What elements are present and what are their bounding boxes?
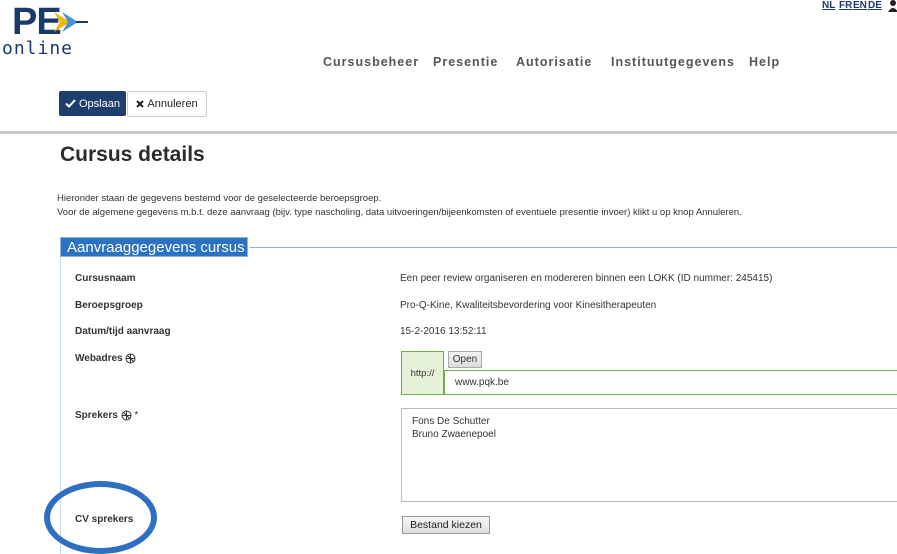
- speakers-label: Sprekers *: [75, 410, 138, 421]
- logo-online: online: [2, 38, 74, 59]
- open-url-button[interactable]: Open: [448, 351, 482, 368]
- section-title: Aanvraaggegevens cursus: [60, 237, 248, 257]
- course-name-value: Een peer review organiseren en modereren…: [400, 273, 773, 284]
- cancel-button[interactable]: Annuleren: [127, 91, 207, 117]
- lang-fr[interactable]: FR: [839, 0, 852, 11]
- x-icon: [136, 100, 145, 108]
- nav-instituutgegevens[interactable]: Instituutgegevens: [611, 55, 735, 69]
- lang-en[interactable]: EN: [853, 0, 867, 11]
- web-label: Webadres: [75, 353, 136, 364]
- speakers-textarea[interactable]: Fons De Schutter Bruno Zwaenepoel: [401, 408, 897, 502]
- speaker-line: Bruno Zwaenepoel: [412, 429, 496, 440]
- speakers-label-text: Sprekers: [75, 410, 118, 422]
- web-label-text: Webadres: [75, 353, 123, 365]
- website-input[interactable]: www.pqk.be: [444, 370, 897, 395]
- choose-file-button[interactable]: Bestand kiezen: [402, 516, 490, 534]
- check-icon: [65, 99, 76, 108]
- cancel-button-label: Annuleren: [147, 98, 198, 110]
- save-button-label: Opslaan: [79, 97, 120, 110]
- date-value: 15-2-2016 13:52:11: [400, 326, 487, 337]
- section-divider: [250, 247, 897, 248]
- intro-text-2: Voor de algemene gegevens m.b.t. deze aa…: [57, 207, 742, 218]
- divider: [0, 131, 897, 134]
- url-prefix: http://: [401, 351, 444, 395]
- highlight-circle: [44, 481, 157, 554]
- lang-nl[interactable]: NL: [822, 0, 835, 11]
- lang-de[interactable]: DE: [868, 0, 882, 11]
- date-label: Datum/tijd aanvraag: [75, 326, 171, 337]
- logo-arrow-icon: [54, 12, 88, 32]
- speaker-line: Fons De Schutter: [412, 416, 490, 427]
- course-name-label: Cursusnaam: [75, 273, 136, 284]
- page-title: Cursus details: [60, 143, 205, 166]
- translate-icon: [125, 353, 136, 364]
- required-marker: *: [134, 410, 139, 422]
- user-icon[interactable]: [888, 0, 897, 12]
- nav-cursusbeheer[interactable]: Cursusbeheer: [323, 55, 419, 69]
- intro-text-1: Hieronder staan de gegevens bestemd voor…: [57, 193, 382, 204]
- profession-value: Pro-Q-Kine, Kwaliteitsbevordering voor K…: [400, 300, 657, 311]
- profession-label: Beroepsgroep: [75, 300, 143, 311]
- translate-icon: [121, 410, 132, 421]
- save-button[interactable]: Opslaan: [59, 91, 126, 116]
- nav-autorisatie[interactable]: Autorisatie: [516, 55, 592, 69]
- nav-help[interactable]: Help: [749, 55, 780, 69]
- nav-presentie[interactable]: Presentie: [433, 55, 498, 69]
